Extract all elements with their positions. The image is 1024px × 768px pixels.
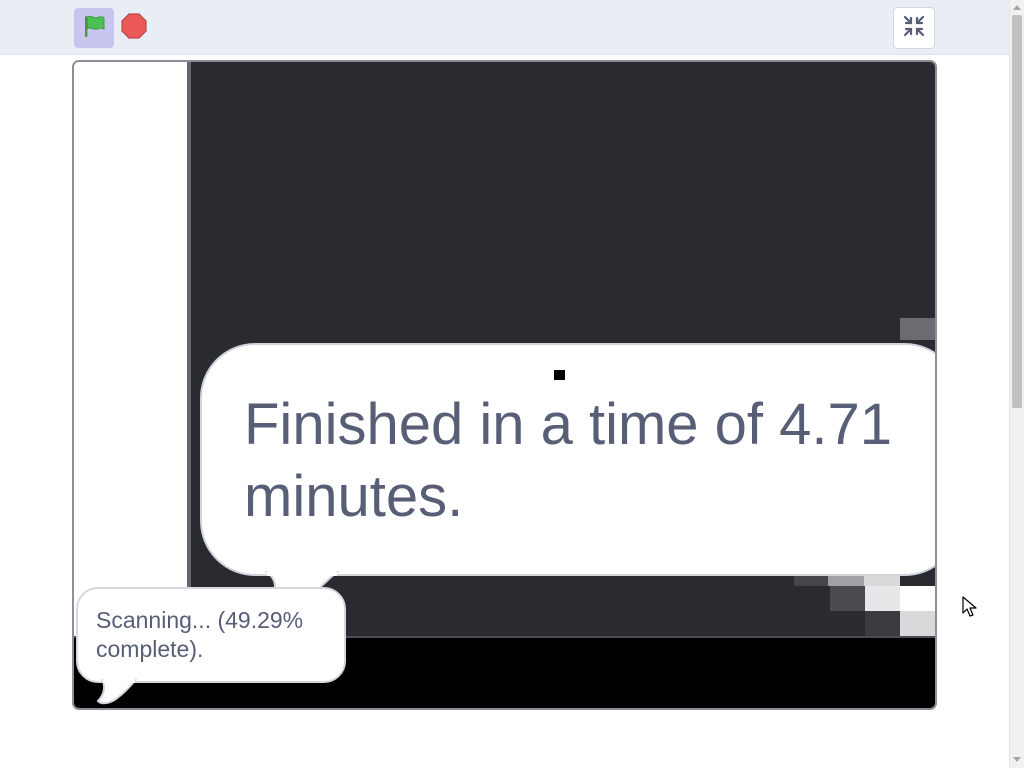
stop-sign-icon <box>120 12 148 45</box>
unfullscreen-button[interactable] <box>893 7 935 49</box>
scroll-up-arrow-icon[interactable] <box>1013 5 1021 10</box>
pixel-block <box>900 318 935 340</box>
pixel-block <box>900 586 935 611</box>
collapse-icon <box>902 14 926 43</box>
pixel-block <box>865 611 900 636</box>
green-flag-icon <box>81 13 107 44</box>
project-stage[interactable]: Finished in a time of 4.71 minutes. Scan… <box>72 60 937 710</box>
mouse-pointer-icon <box>962 596 977 617</box>
small-black-sprite <box>554 370 565 380</box>
pixel-block <box>794 576 828 586</box>
speech-bubble-status-tail <box>96 679 138 705</box>
page-scrollbar[interactable] <box>1009 0 1024 768</box>
stage-controls-bar <box>0 0 1009 55</box>
page: Finished in a time of 4.71 minutes. Scan… <box>0 0 1024 768</box>
pixel-block <box>830 586 865 611</box>
green-flag-button[interactable] <box>74 8 114 48</box>
pixel-block <box>865 586 900 611</box>
speech-bubble-result-text: Finished in a time of 4.71 minutes. <box>244 392 893 529</box>
white-left-area <box>74 62 187 638</box>
speech-bubble-status-text: Scanning... (49.29% complete). <box>96 607 304 662</box>
pixel-block <box>828 576 864 586</box>
scroll-down-arrow-icon[interactable] <box>1013 757 1021 762</box>
stop-button[interactable] <box>114 8 154 48</box>
scroll-thumb[interactable] <box>1012 15 1022 408</box>
pixel-block <box>900 611 935 636</box>
pixel-block <box>864 576 900 586</box>
